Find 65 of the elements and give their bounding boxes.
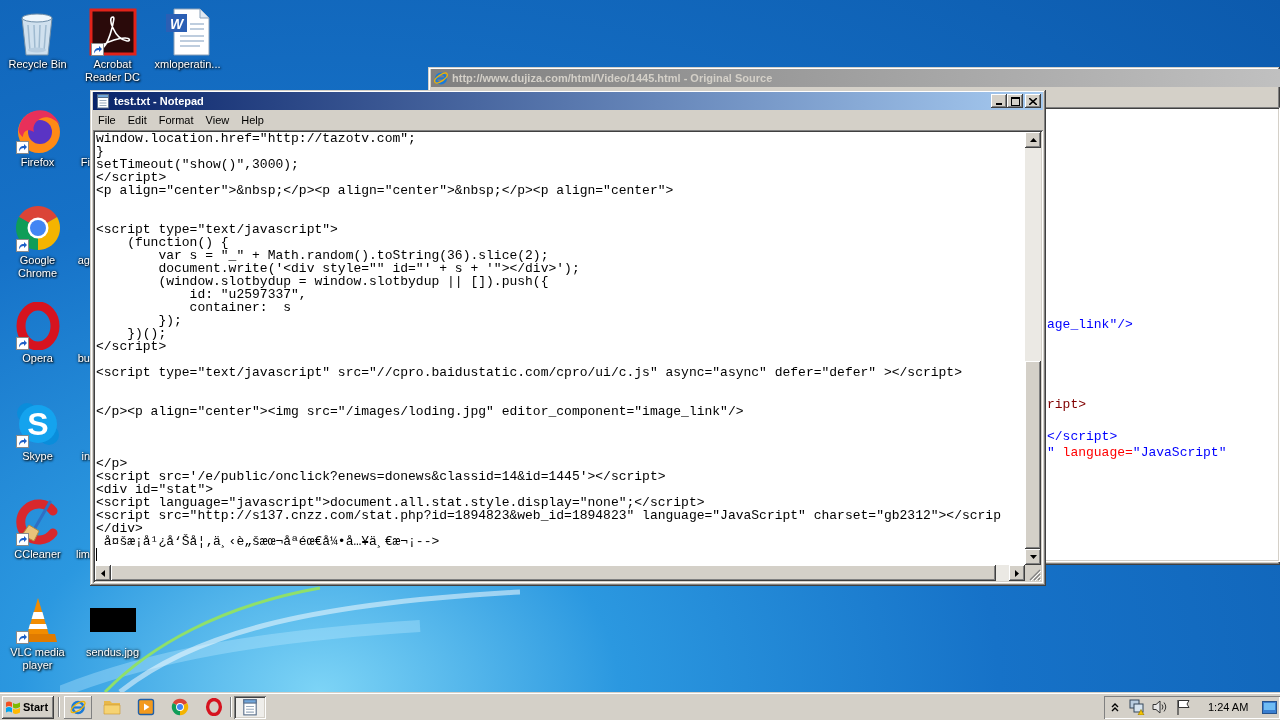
scroll-up-button[interactable] bbox=[1025, 132, 1041, 148]
source-code-line: " language="JavaScript" bbox=[1047, 445, 1227, 461]
menu-item[interactable]: Help bbox=[236, 113, 269, 127]
desktop-shortcut[interactable]: W xmloperatin... bbox=[154, 8, 221, 71]
down-arrow-icon bbox=[1029, 555, 1037, 559]
menu-item[interactable]: Edit bbox=[122, 113, 152, 127]
resize-grip-icon[interactable] bbox=[1029, 569, 1041, 581]
desktop-shortcut[interactable]: Opera bbox=[13, 302, 62, 365]
text-editor-field[interactable]: window.location.href="http://tazotv.com"; } setTimeout("show()",3000); </script> <p align="center">&nbsp;</p><p align="center">&nbsp;</p><p align="center"> <script type="text/javascript"> (function() { var s = "_" + Math.random().toString(36).slice(2); document.write('<div style="" id="' + s + '"></div>'); (window.slotbydup = window.slotbydup || []).push({ id: "u2597337", container: s }); })(); </script> <script type="text/javascript" src="//cpro.baidustatic.com/cpro/ui/c.js" async="async" defer="defer" ></script> </p><p align="center"><img src="/images/loding.jpg" editor_component="image_link"/> </p> <script src='/e/public/onclick?enews=donews&classid=14&id=1445'></script> <div id="stat"> <script language="javascript">document.all.stat.style.display="none";</script> <script src="http://s137.cnzz.com/stat.php?id=1894823&web_id=1894823" language="JavaScript" charset="gb2312"></scrip </div> å¤šæ¡å¹¿å‘Šå¦‚ä¸‹è„šæœ¬åªéœ€å¼•å…¥ä¸€æ¬¡--> bbox=[95, 132, 1025, 565]
vertical-scrollbar[interactable] bbox=[1025, 132, 1041, 565]
desktop-shortcut[interactable]: Acrobat Reader DC bbox=[76, 8, 149, 84]
desktop-shortcut[interactable]: Firefox bbox=[13, 106, 62, 169]
minimize-icon bbox=[996, 103, 1002, 105]
desktop-shortcut[interactable]: S Skype bbox=[13, 400, 62, 463]
up-arrow-icon bbox=[1029, 138, 1037, 142]
network-icon[interactable] bbox=[1129, 699, 1145, 715]
desktop-shortcut[interactable]: CCleaner bbox=[13, 498, 62, 561]
close-button[interactable] bbox=[1025, 94, 1041, 108]
taskbar-window-button[interactable] bbox=[234, 695, 266, 719]
chrome-icon bbox=[171, 698, 189, 716]
desktop-shortcut[interactable]: Recycle Bin bbox=[8, 8, 67, 71]
minimize-button[interactable] bbox=[991, 94, 1007, 108]
image-thumbnail bbox=[89, 608, 136, 632]
scrollbar-thumb[interactable] bbox=[1025, 361, 1041, 549]
menu-item[interactable]: Format bbox=[153, 113, 199, 127]
maximize-button[interactable] bbox=[1007, 94, 1023, 108]
right-arrow-icon bbox=[1015, 569, 1019, 577]
media-player-icon bbox=[137, 698, 155, 716]
menu-item[interactable]: View bbox=[200, 113, 235, 127]
left-arrow-icon bbox=[101, 569, 105, 577]
quick-launch-button[interactable] bbox=[64, 695, 92, 719]
desktop-shortcut[interactable]: in bbox=[81, 450, 90, 463]
source-code-line: ript> bbox=[1047, 397, 1086, 413]
browser-icon bbox=[433, 70, 449, 86]
show-desktop-icon[interactable] bbox=[1262, 700, 1277, 714]
opera-icon bbox=[205, 698, 223, 716]
acrobat-icon bbox=[88, 8, 137, 56]
desktop-shortcut[interactable]: VLC media player bbox=[1, 596, 74, 672]
scroll-down-button[interactable] bbox=[1025, 549, 1041, 565]
start-button[interactable]: Start bbox=[2, 695, 54, 719]
flag-icon[interactable] bbox=[1175, 699, 1191, 715]
desktop-shortcut[interactable]: bu bbox=[77, 352, 90, 365]
desktop-shortcut[interactable]: lim bbox=[75, 548, 90, 561]
chevron-up-icon[interactable] bbox=[1111, 702, 1119, 712]
window-title: http://www.dujiza.com/html/Video/1445.html - Original Source bbox=[452, 71, 773, 85]
clock[interactable]: 1:24 AM bbox=[1208, 698, 1249, 716]
notepad-icon bbox=[241, 698, 259, 716]
browser-icon bbox=[69, 698, 87, 716]
folder-icon bbox=[103, 698, 121, 716]
desktop-shortcut[interactable]: ag bbox=[77, 254, 90, 267]
scroll-left-button[interactable] bbox=[95, 565, 111, 581]
maximize-icon bbox=[1010, 96, 1020, 106]
chrome-icon bbox=[13, 204, 62, 252]
scroll-right-button[interactable] bbox=[1009, 565, 1025, 581]
notepad-icon bbox=[95, 93, 111, 109]
windows-flag-icon bbox=[5, 699, 21, 715]
source-code-line: </script> bbox=[1047, 429, 1118, 445]
desktop-shortcut[interactable]: Fi bbox=[80, 156, 90, 169]
speaker-icon[interactable] bbox=[1152, 699, 1168, 715]
text-cursor-icon bbox=[96, 548, 97, 561]
window-title: test.txt - Notepad bbox=[114, 94, 204, 108]
source-code-line: age_link"/> bbox=[1047, 317, 1133, 333]
close-icon bbox=[1029, 97, 1037, 105]
desktop-shortcut[interactable]: Google Chrome bbox=[1, 204, 74, 280]
menu-item[interactable]: File bbox=[93, 113, 121, 127]
